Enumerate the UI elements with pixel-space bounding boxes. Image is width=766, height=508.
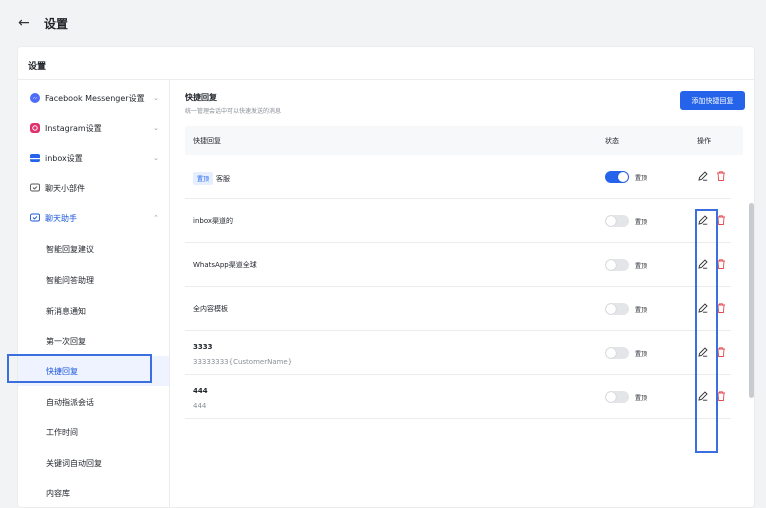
sidebar-subitem-label: 工作时间 <box>46 427 78 437</box>
row-name: 全内容模板 <box>193 305 228 313</box>
pin-label: 置顶 <box>635 263 648 270</box>
table-scrollbar[interactable] <box>749 203 754 398</box>
quick-reply-highlight-box <box>7 354 152 383</box>
column-header-status: 状态 <box>605 137 619 145</box>
instagram-icon <box>30 123 40 133</box>
sidebar-subitem-content-library[interactable]: 内容库 <box>18 478 169 508</box>
pin-toggle[interactable] <box>605 303 629 315</box>
sidebar: Facebook Messenger设置 ⌄ Instagram设置 ⌄ inb… <box>18 80 170 508</box>
inbox-icon <box>30 153 40 163</box>
pin-toggle[interactable] <box>605 259 629 271</box>
edit-icon[interactable] <box>697 258 709 270</box>
sidebar-subitem-label: 第一次回复 <box>46 336 86 346</box>
quick-reply-panel: 快捷回复 统一管理会话中可以快速发送的消息 添加快捷回复 快捷回复 状态 操作 … <box>171 80 755 508</box>
sidebar-subitem-auto-assign[interactable]: 自动指派会话 <box>18 387 169 417</box>
row-name: inbox渠道的 <box>193 217 234 225</box>
row-name: WhatsApp渠道全球 <box>193 261 257 269</box>
section-subtitle: 统一管理会话中可以快速发送的消息 <box>185 108 282 115</box>
pin-toggle[interactable] <box>605 215 629 227</box>
delete-icon[interactable] <box>715 258 727 270</box>
sidebar-subitem-label: 关键词自动回复 <box>46 458 102 468</box>
table-row: 3333 33333333{CustomerName} 置顶 <box>185 331 731 375</box>
sidebar-subitem-new-message-notice[interactable]: 新消息通知 <box>18 296 169 326</box>
back-arrow-icon[interactable]: ← <box>18 15 34 31</box>
settings-card: 设置 Facebook Messenger设置 ⌄ Instagram设置 ⌄ … <box>7 46 755 508</box>
delete-icon[interactable] <box>715 346 727 358</box>
sidebar-subitem-first-reply[interactable]: 第一次回复 <box>18 326 169 356</box>
edit-icon[interactable] <box>697 346 709 358</box>
pin-toggle[interactable] <box>605 347 629 359</box>
pin-label: 置顶 <box>635 219 648 226</box>
edit-icon[interactable] <box>697 214 709 226</box>
pin-toggle[interactable] <box>605 171 629 183</box>
sidebar-subitem-label: 新消息通知 <box>46 306 86 316</box>
row-name: 置顶 客服 <box>193 172 230 185</box>
messenger-icon <box>30 93 40 103</box>
row-name: 3333 <box>193 343 213 351</box>
row-content: 33333333{CustomerName} <box>193 358 293 366</box>
table-row: 置顶 客服 置顶 <box>185 155 731 199</box>
sidebar-item-instagram[interactable]: Instagram设置 ⌄ <box>18 113 169 143</box>
column-header-actions: 操作 <box>697 137 711 145</box>
row-content: 444 <box>193 402 207 410</box>
delete-icon[interactable] <box>715 214 727 226</box>
pin-label: 置顶 <box>635 351 648 358</box>
sidebar-subitem-keyword-reply[interactable]: 关键词自动回复 <box>18 448 169 478</box>
delete-icon[interactable] <box>715 302 727 314</box>
pinned-tag: 置顶 <box>193 172 214 185</box>
edit-icon[interactable] <box>697 170 709 182</box>
sidebar-item-inbox[interactable]: inbox设置 ⌄ <box>18 143 169 173</box>
sidebar-item-chat-assistant[interactable]: 聊天助手 ⌃ <box>18 203 169 233</box>
table-row: 444 444 置顶 <box>185 375 731 419</box>
sidebar-item-label: 聊天助手 <box>45 213 77 223</box>
sidebar-item-label: 聊天小部件 <box>45 183 85 193</box>
sidebar-subitem-label: 智能问答助理 <box>46 275 94 285</box>
pin-toggle[interactable] <box>605 391 629 403</box>
row-name: 444 <box>193 387 208 395</box>
sidebar-subitem-label: 内容库 <box>46 488 70 498</box>
chevron-down-icon: ⌄ <box>153 124 159 132</box>
add-quick-reply-button[interactable]: 添加快捷回复 <box>680 91 745 110</box>
chevron-down-icon: ⌄ <box>153 94 159 102</box>
delete-icon[interactable] <box>715 170 727 182</box>
sidebar-item-label: inbox设置 <box>45 153 83 163</box>
sidebar-subitem-smart-reply[interactable]: 智能回复建议 <box>18 234 169 264</box>
sidebar-item-label: Facebook Messenger设置 <box>45 93 145 103</box>
table-row: inbox渠道的 置顶 <box>185 199 731 243</box>
row-name-text: 客服 <box>216 175 231 183</box>
chat-widget-icon <box>30 183 40 193</box>
sidebar-subitem-work-hours[interactable]: 工作时间 <box>18 417 169 447</box>
sidebar-item-label: Instagram设置 <box>45 123 102 133</box>
sidebar-item-messenger[interactable]: Facebook Messenger设置 ⌄ <box>18 83 169 113</box>
top-bar: ← 设置 <box>0 0 766 46</box>
pin-label: 置顶 <box>635 307 648 314</box>
chat-assistant-icon <box>30 213 40 223</box>
edit-icon[interactable] <box>697 302 709 314</box>
sidebar-subitem-qa-assistant[interactable]: 智能问答助理 <box>18 265 169 295</box>
chevron-down-icon: ⌄ <box>153 154 159 162</box>
card-title: 设置 <box>28 62 47 72</box>
sidebar-subitem-label: 自动指派会话 <box>46 397 94 407</box>
table-header: 快捷回复 状态 操作 <box>185 126 743 155</box>
delete-icon[interactable] <box>715 390 727 402</box>
sidebar-item-chat-widget[interactable]: 聊天小部件 <box>18 173 169 203</box>
pin-label: 置顶 <box>635 395 648 402</box>
table-row: 全内容模板 置顶 <box>185 287 731 331</box>
section-title: 快捷回复 <box>185 93 217 102</box>
edit-icon[interactable] <box>697 390 709 402</box>
page-title: 设置 <box>44 16 69 31</box>
column-header-name: 快捷回复 <box>193 137 221 145</box>
chevron-up-icon: ⌃ <box>153 214 159 222</box>
sidebar-subitem-label: 智能回复建议 <box>46 244 94 254</box>
table-row: WhatsApp渠道全球 置顶 <box>185 243 731 287</box>
pin-label: 置顶 <box>635 175 648 182</box>
